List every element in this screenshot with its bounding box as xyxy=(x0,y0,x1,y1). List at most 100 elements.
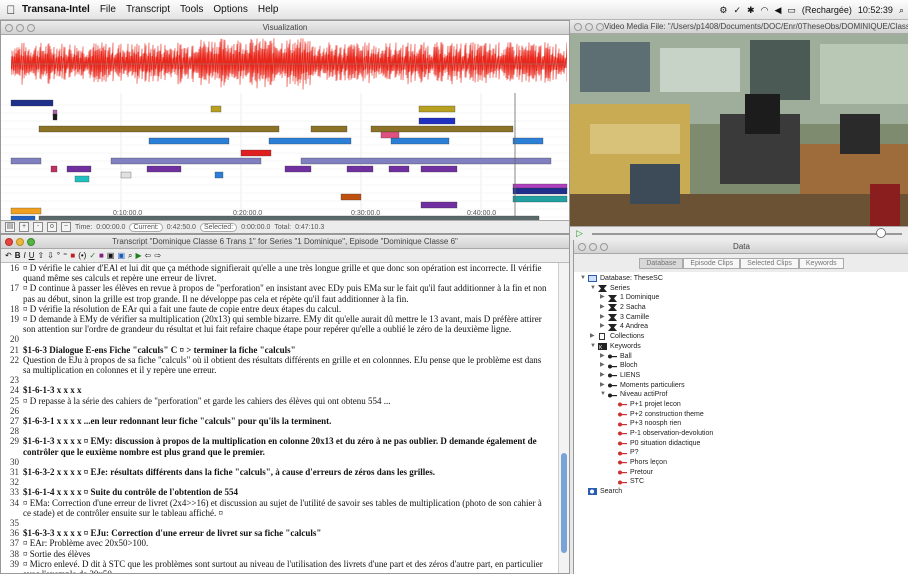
timecode-icon[interactable]: ■ xyxy=(70,251,75,260)
line-text[interactable]: ¤ EAr: Problème avec 20x50>100. xyxy=(23,538,557,548)
keyword-bar[interactable] xyxy=(512,195,568,203)
tree-node[interactable]: ▶ Moments particuliers xyxy=(574,381,908,391)
play-icon[interactable]: ▶ xyxy=(135,251,141,260)
zoom-in-button[interactable]: + xyxy=(19,222,29,232)
transcript-line[interactable]: 16 ¤ D vérifie le cahier d'EAl et lui dit… xyxy=(1,263,557,283)
tree-node[interactable]: ▶ LIENS xyxy=(574,371,908,381)
transcript-line[interactable]: 39 ¤ Micro enlevé. D dit à STC que les pr… xyxy=(1,559,557,573)
keyword-bar[interactable] xyxy=(300,157,552,165)
tree-node-label[interactable]: 3 Camille xyxy=(620,313,649,323)
keyword-bar[interactable] xyxy=(512,187,568,195)
line-text[interactable]: ¤ D repasse à la série des cahiers de "p… xyxy=(23,396,557,406)
transcript-line[interactable]: 29 $1-6-1-3 x x x x ¤ EMy: discussion à p… xyxy=(1,436,557,456)
tree-node[interactable]: P? xyxy=(574,448,908,458)
tree-node[interactable]: ▼ Niveau actiProf xyxy=(574,390,908,400)
pause-icon[interactable]: (•) xyxy=(78,251,86,260)
disclosure-closed-icon[interactable]: ▶ xyxy=(590,332,598,342)
keyword-bar[interactable] xyxy=(50,165,58,173)
close-icon[interactable] xyxy=(5,24,13,32)
tree-node-label[interactable]: P+3 noosph rien xyxy=(630,419,681,429)
tree-node[interactable]: ▶ Collections xyxy=(574,332,908,342)
tree-node-label[interactable]: LIENS xyxy=(620,371,640,381)
transcript-line[interactable]: 37 ¤ EAr: Problème avec 20x50>100. xyxy=(1,538,557,548)
disclosure-closed-icon[interactable]: ▶ xyxy=(600,371,608,381)
line-text[interactable] xyxy=(23,518,557,528)
tree-node-label[interactable]: P0 situation didactique xyxy=(630,439,700,449)
tree-node[interactable]: P+3 noosph rien xyxy=(574,419,908,429)
video-frame[interactable] xyxy=(570,34,908,240)
line-text[interactable]: ¤ EMa: Correction d'une erreur de livret… xyxy=(23,498,557,518)
keyword-bar[interactable] xyxy=(388,165,410,173)
keyword-bar[interactable] xyxy=(268,137,352,145)
tree-node-label[interactable]: Niveau actiProf xyxy=(620,390,667,400)
video-scrubber[interactable] xyxy=(592,233,902,235)
transcript-line[interactable]: 22 Question de EJu à propos de sa fiche "… xyxy=(1,355,557,375)
tree-node[interactable]: Search xyxy=(574,487,908,497)
keyword-bar[interactable] xyxy=(346,165,374,173)
keyword-bar[interactable] xyxy=(146,165,182,173)
bold-button[interactable]: B xyxy=(15,251,21,260)
keyword-bar[interactable] xyxy=(110,157,262,165)
disclosure-closed-icon[interactable]: ▶ xyxy=(600,293,608,303)
apple-menu-icon[interactable]:  xyxy=(0,3,22,17)
keyword-bar[interactable] xyxy=(38,125,280,133)
zoom-out-button[interactable]: - xyxy=(33,222,43,232)
disclosure-closed-icon[interactable]: ▶ xyxy=(600,322,608,332)
tree-node-label[interactable]: Collections xyxy=(610,332,644,342)
status-icon[interactable]: ⚙ xyxy=(719,5,727,16)
keyword-bar[interactable] xyxy=(420,165,458,173)
tree-node[interactable]: P-1 observation-devolution xyxy=(574,429,908,439)
keyword-bar[interactable] xyxy=(310,125,348,133)
menu-tools[interactable]: Tools xyxy=(180,4,203,15)
line-text[interactable]: $1-6-1-3 x x x x ¤ EMy: discussion à pro… xyxy=(23,436,557,456)
tree-node[interactable]: ▼ K Keywords xyxy=(574,342,908,352)
tree-node-label[interactable]: Moments particuliers xyxy=(620,381,685,391)
tree-node-label[interactable]: 2 Sacha xyxy=(620,303,646,313)
tree-node[interactable]: ▶ Bloch xyxy=(574,361,908,371)
keyword-bar[interactable] xyxy=(10,99,54,107)
italic-button[interactable]: I xyxy=(23,251,25,260)
tree-node[interactable]: ▶ 3 Camille xyxy=(574,313,908,323)
line-text[interactable]: Question de EJu à propos de sa fiche "ca… xyxy=(23,355,557,375)
menu-options[interactable]: Options xyxy=(213,4,247,15)
tree-node-label[interactable]: P+2 construction theme xyxy=(630,410,704,420)
filter-button[interactable]: ▤ xyxy=(5,222,15,232)
tree-node[interactable]: P+2 construction theme xyxy=(574,410,908,420)
tree-node-label[interactable]: Keywords xyxy=(610,342,641,352)
transcript-line[interactable]: 23 xyxy=(1,375,557,385)
tree-node-label[interactable]: P-1 observation-devolution xyxy=(630,429,713,439)
rising-intonation-icon[interactable]: ⇧ xyxy=(38,251,45,260)
tab-selected-clips[interactable]: Selected Clips xyxy=(740,257,799,269)
high-pitch-icon[interactable]: ° xyxy=(57,251,60,260)
tree-node[interactable]: Phors leçon xyxy=(574,458,908,468)
bluetooth-icon[interactable]: ✱ xyxy=(747,5,755,16)
keyword-bar[interactable] xyxy=(210,105,222,113)
scrollbar-thumb[interactable] xyxy=(561,453,567,553)
transcript-line[interactable]: 33 $1-6-1-4 x x x x ¤ Suite du contrôle d… xyxy=(1,487,557,497)
transcript-line[interactable]: 38 ¤ Sortie des élèves xyxy=(1,549,557,559)
tree-node[interactable]: ▶ 2 Sacha xyxy=(574,303,908,313)
line-text[interactable]: $1-6-3-1 x x x x ...en leur redonnant le… xyxy=(23,416,557,426)
menu-file[interactable]: File xyxy=(100,4,116,15)
disclosure-closed-icon[interactable]: ▶ xyxy=(600,303,608,313)
volume-icon[interactable]: ◀ xyxy=(774,5,781,16)
falling-intonation-icon[interactable]: ⇩ xyxy=(47,251,54,260)
line-text[interactable]: ¤ D demande à EMy de vérifier sa multipl… xyxy=(23,314,557,334)
keyword-bar[interactable] xyxy=(120,171,132,179)
tree-node[interactable]: ▶ Ball xyxy=(574,352,908,362)
underline-button[interactable]: U xyxy=(29,251,35,260)
tree-node-label[interactable]: Phors leçon xyxy=(630,458,667,468)
keyword-bar[interactable] xyxy=(418,117,456,125)
transcript-line[interactable]: 30 xyxy=(1,457,557,467)
transcript-line[interactable]: 35 xyxy=(1,518,557,528)
transcript-line[interactable]: 17 ¤ D continue à passer les élèves en re… xyxy=(1,283,557,303)
battery-icon[interactable]: ▭ xyxy=(787,5,796,16)
line-text[interactable]: $1-6-1-3 x x x x xyxy=(23,385,557,395)
tree-node[interactable]: ▼ Series xyxy=(574,284,908,294)
tree-node-label[interactable]: P? xyxy=(630,448,639,458)
close-icon[interactable] xyxy=(578,243,586,251)
keyword-bar[interactable] xyxy=(380,131,400,139)
line-text[interactable]: ¤ D vérifie le cahier d'EAl et lui dit q… xyxy=(23,263,557,283)
keyword-bar[interactable] xyxy=(74,175,90,183)
disclosure-closed-icon[interactable]: ▶ xyxy=(600,352,608,362)
